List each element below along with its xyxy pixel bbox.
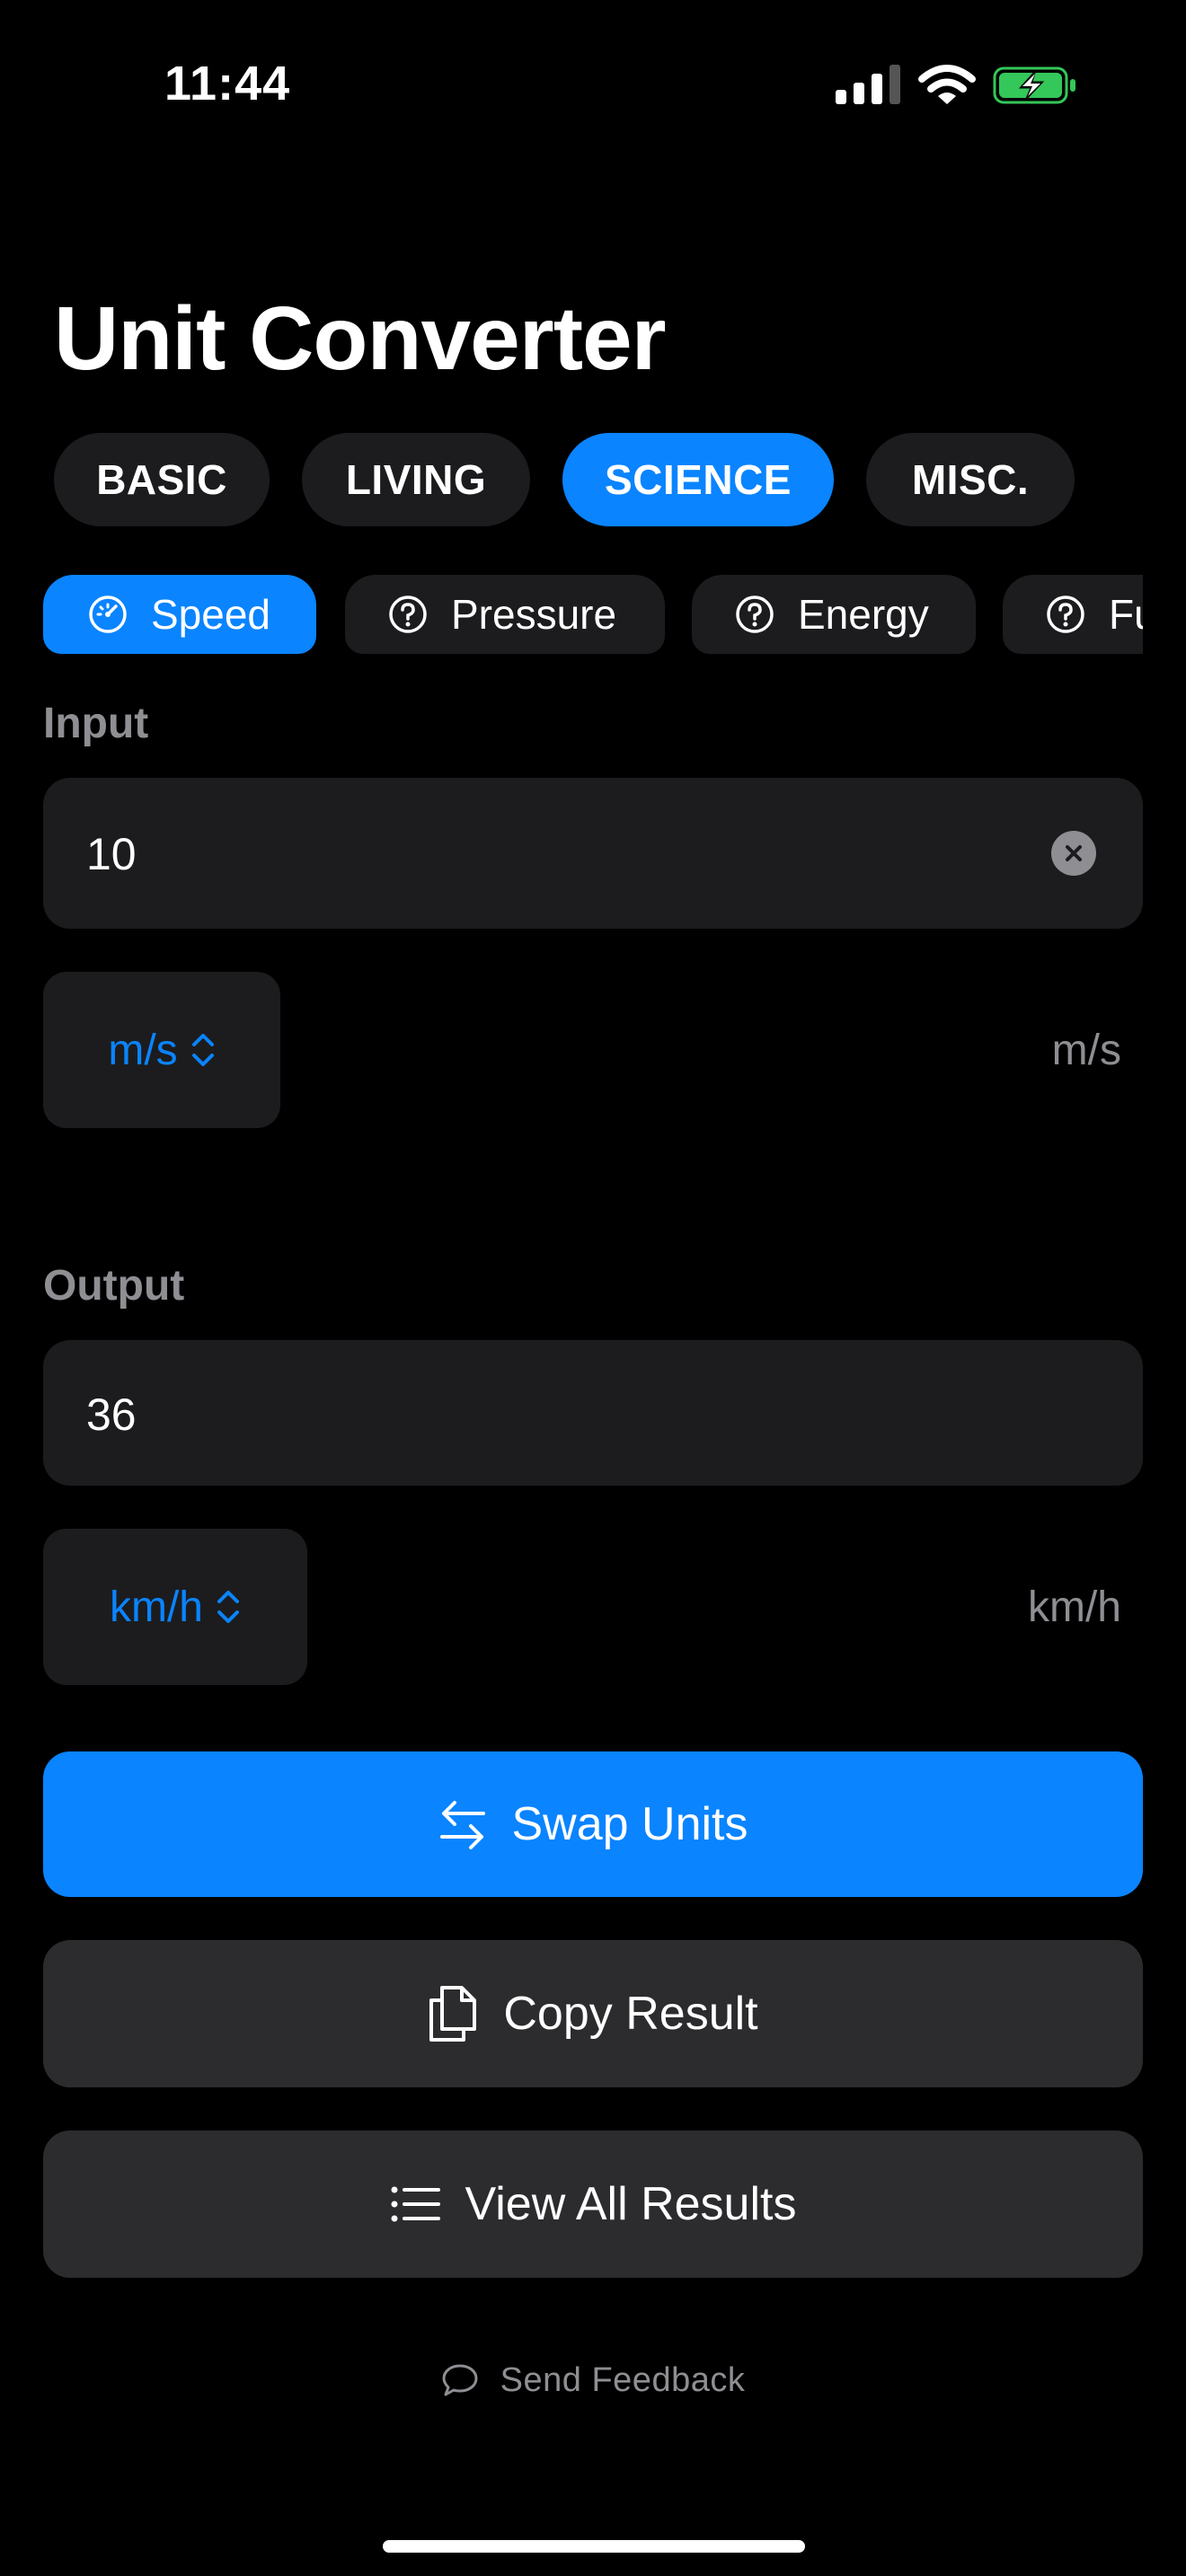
question-circle-icon xyxy=(1047,595,1084,633)
speedometer-icon xyxy=(89,595,127,633)
unit-type-chips: Speed Pressure Energy Fu xyxy=(43,575,1143,654)
output-field: 36 xyxy=(43,1340,1143,1486)
chip-pressure[interactable]: Pressure xyxy=(345,575,665,654)
send-feedback-link[interactable]: Send Feedback xyxy=(0,2353,1186,2407)
question-circle-icon xyxy=(389,595,427,633)
swap-units-button[interactable]: Swap Units xyxy=(43,1751,1143,1897)
tab-living[interactable]: LIVING xyxy=(302,433,530,526)
chip-label: Fu xyxy=(1109,591,1143,638)
speech-bubble-icon xyxy=(442,2364,478,2396)
close-icon xyxy=(1066,845,1082,861)
tab-science[interactable]: SCIENCE xyxy=(562,433,834,526)
status-time: 11:44 xyxy=(164,57,291,110)
chip-label: Pressure xyxy=(451,591,617,638)
home-indicator[interactable] xyxy=(383,2540,805,2553)
signal-icon xyxy=(836,63,900,104)
page-title: Unit Converter xyxy=(54,288,667,389)
chip-fuel[interactable]: Fu xyxy=(1003,575,1143,654)
chevron-up-down-icon xyxy=(217,1591,239,1623)
swap-units-label: Swap Units xyxy=(511,1798,748,1850)
wifi-icon xyxy=(918,65,976,104)
input-unit: m/s xyxy=(108,1026,178,1074)
output-value: 36 xyxy=(86,1389,137,1440)
chip-label: Energy xyxy=(798,591,929,638)
clear-input-button[interactable] xyxy=(1051,831,1096,876)
swap-arrows-icon xyxy=(439,1801,485,1849)
chip-label: Speed xyxy=(151,591,271,638)
input-label: Input xyxy=(43,700,149,747)
output-unit: km/h xyxy=(109,1583,203,1631)
input-value: 10 xyxy=(86,829,137,879)
input-field[interactable]: 10 xyxy=(43,778,1143,929)
output-unit-label: km/h xyxy=(1027,1584,1121,1631)
output-unit-picker[interactable]: km/h xyxy=(43,1529,307,1685)
battery-charging-icon xyxy=(993,66,1075,104)
chip-energy[interactable]: Energy xyxy=(692,575,976,654)
copy-result-label: Copy Result xyxy=(503,1988,758,2040)
list-icon xyxy=(391,2186,440,2222)
output-label: Output xyxy=(43,1262,185,1310)
copy-result-button[interactable]: Copy Result xyxy=(43,1940,1143,2087)
view-all-results-button[interactable]: View All Results xyxy=(43,2130,1143,2278)
input-unit-label: m/s xyxy=(1051,1027,1121,1074)
question-circle-icon xyxy=(736,595,774,633)
send-feedback-label: Send Feedback xyxy=(500,2360,746,2399)
chevron-up-down-icon xyxy=(191,1034,214,1066)
view-all-results-label: View All Results xyxy=(465,2178,797,2230)
tab-misc[interactable]: MISC. xyxy=(866,433,1075,526)
copy-document-icon xyxy=(429,1986,477,2042)
input-unit-picker[interactable]: m/s xyxy=(43,972,280,1128)
tab-basic[interactable]: BASIC xyxy=(54,433,270,526)
chip-speed[interactable]: Speed xyxy=(43,575,316,654)
